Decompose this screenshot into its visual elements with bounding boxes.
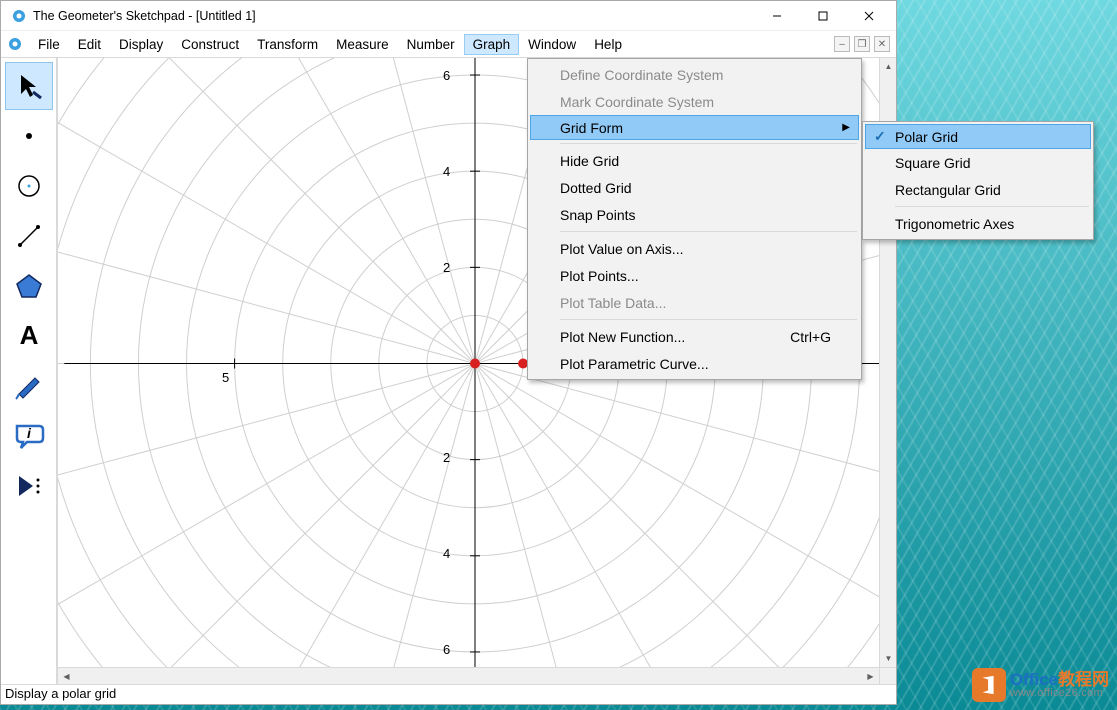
menu-transform[interactable]: Transform [248, 34, 327, 55]
mdi-close-button[interactable]: ✕ [874, 36, 890, 52]
tool-line[interactable] [5, 212, 53, 260]
menu-separator [560, 143, 857, 144]
app-icon [11, 8, 27, 24]
tool-info[interactable]: i [5, 412, 53, 460]
submenu-arrow-icon: ▶ [842, 122, 850, 133]
tool-polygon[interactable] [5, 262, 53, 310]
menu-number[interactable]: Number [398, 34, 464, 55]
scroll-left-button[interactable]: ◀ [58, 668, 75, 685]
scroll-down-button[interactable]: ▼ [880, 650, 897, 667]
document-icon [7, 36, 23, 52]
tool-circle[interactable] [5, 162, 53, 210]
scroll-up-button[interactable]: ▲ [880, 58, 897, 75]
mdi-controls: – ❐ ✕ [834, 36, 890, 52]
status-text: Display a polar grid [5, 686, 116, 701]
menu-help[interactable]: Help [585, 34, 631, 55]
menu-measure[interactable]: Measure [327, 34, 398, 55]
graph-menu-popup: Define Coordinate System Mark Coordinate… [527, 58, 862, 380]
svg-text:i: i [27, 425, 32, 441]
menu-plot-value[interactable]: Plot Value on Axis... [530, 235, 859, 262]
axis-label: 4 [443, 546, 450, 561]
tool-arrow[interactable] [5, 62, 53, 110]
tool-point[interactable] [5, 112, 53, 160]
menubar: File Edit Display Construct Transform Me… [1, 31, 896, 58]
menu-separator [895, 206, 1089, 207]
menu-construct[interactable]: Construct [172, 34, 248, 55]
tool-custom[interactable] [5, 462, 53, 510]
menu-define-coord[interactable]: Define Coordinate System [530, 61, 859, 88]
menu-grid-form[interactable]: Grid Form▶ [530, 115, 859, 140]
tool-text[interactable]: A [5, 312, 53, 360]
axis-label: 2 [443, 260, 450, 275]
statusbar: Display a polar grid [1, 684, 896, 704]
menu-hide-grid[interactable]: Hide Grid [530, 147, 859, 174]
menu-plot-table[interactable]: Plot Table Data... [530, 289, 859, 316]
axis-label: 4 [443, 164, 450, 179]
tool-marker[interactable] [5, 362, 53, 410]
grid-form-submenu: ✓Polar Grid Square Grid Rectangular Grid… [862, 121, 1094, 240]
office-badge-icon [972, 668, 1006, 702]
submenu-trig-axes[interactable]: Trigonometric Axes [865, 210, 1091, 237]
mdi-minimize-button[interactable]: – [834, 36, 850, 52]
titlebar[interactable]: The Geometer's Sketchpad - [Untitled 1] [1, 1, 896, 31]
menu-edit[interactable]: Edit [69, 34, 110, 55]
shortcut-label: Ctrl+G [790, 329, 831, 345]
minimize-button[interactable] [754, 1, 800, 31]
menu-separator [560, 319, 857, 320]
axis-label: 5 [222, 370, 229, 385]
check-icon: ✓ [874, 128, 886, 145]
horizontal-scrollbar[interactable]: ◀ ▶ [58, 667, 879, 684]
submenu-polar-grid[interactable]: ✓Polar Grid [865, 124, 1091, 149]
menu-file[interactable]: File [29, 34, 69, 55]
svg-text:A: A [19, 320, 38, 350]
menu-graph[interactable]: Graph [464, 34, 520, 55]
menu-mark-coord[interactable]: Mark Coordinate System [530, 88, 859, 115]
window-title: The Geometer's Sketchpad - [Untitled 1] [33, 9, 256, 23]
menu-separator [560, 231, 857, 232]
toolbar: A i [1, 58, 57, 684]
close-button[interactable] [846, 1, 892, 31]
watermark-url: www.office26.com [1010, 688, 1109, 699]
menu-plot-parametric[interactable]: Plot Parametric Curve... [530, 350, 859, 377]
menu-snap-points[interactable]: Snap Points [530, 201, 859, 228]
submenu-rectangular-grid[interactable]: Rectangular Grid [865, 176, 1091, 203]
axis-label: 2 [443, 450, 450, 465]
mdi-restore-button[interactable]: ❐ [854, 36, 870, 52]
watermark-logo: Office教程网 www.office26.com [972, 668, 1109, 702]
axis-label: 6 [443, 642, 450, 657]
scrollbar-corner [879, 667, 896, 684]
scroll-right-button[interactable]: ▶ [862, 668, 879, 685]
menu-plot-points[interactable]: Plot Points... [530, 262, 859, 289]
menu-display[interactable]: Display [110, 34, 172, 55]
menu-plot-function[interactable]: Plot New Function...Ctrl+G [530, 323, 859, 350]
menu-window[interactable]: Window [519, 34, 585, 55]
submenu-square-grid[interactable]: Square Grid [865, 149, 1091, 176]
axis-label: 6 [443, 68, 450, 83]
menu-dotted-grid[interactable]: Dotted Grid [530, 174, 859, 201]
maximize-button[interactable] [800, 1, 846, 31]
